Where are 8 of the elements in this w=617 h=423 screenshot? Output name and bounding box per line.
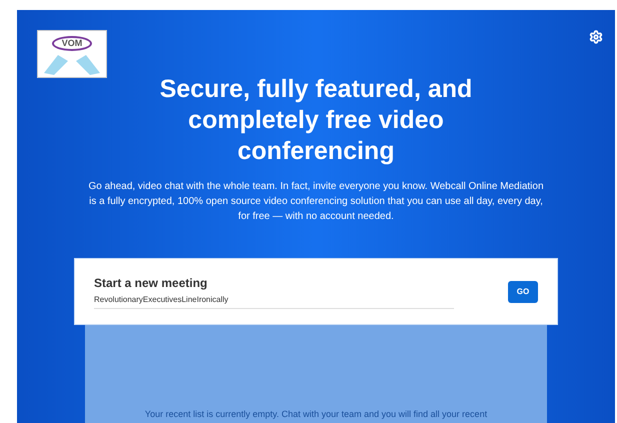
hero-description: Go ahead, video chat with the whole team. In fact, invite everyone you know. Webcall Online Mediation is a fully encrypted, 100% open source video conferencing solution that you can use all day, every day, for free — with no account needed. [87,180,545,224]
go-button[interactable]: GO [508,280,538,302]
logo: VOM [37,30,107,78]
meeting-name-field[interactable]: RevolutionaryExecutivesLineIronically [94,292,454,309]
settings-icon[interactable] [589,30,603,44]
meeting-title: Start a new meeting [94,275,208,292]
recent-empty-text: Your recent list is currently empty. Chat with your team and you will find all your recent [144,408,488,421]
hero-title: Secure, fully featured, and completely free video conferencing [158,74,474,167]
